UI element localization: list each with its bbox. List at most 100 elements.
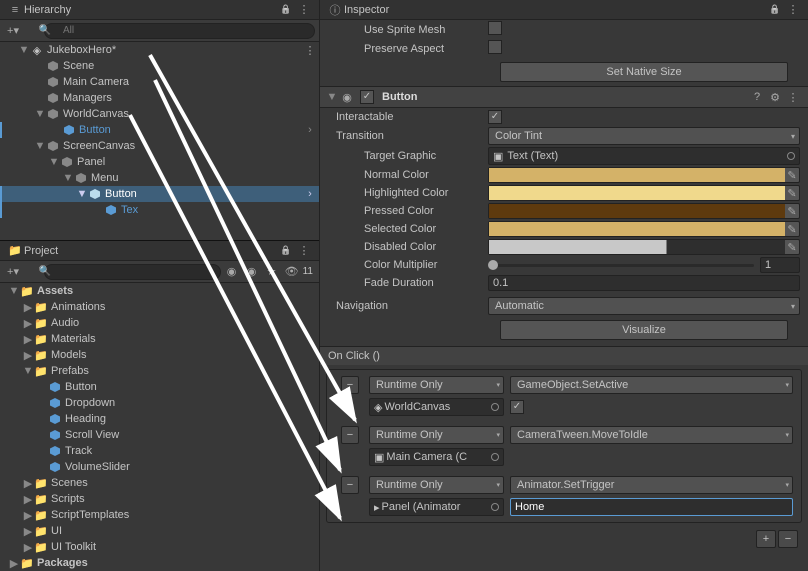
tree-row[interactable]: ▼Menu bbox=[0, 170, 319, 186]
favorite-icon[interactable]: ★ bbox=[265, 265, 279, 279]
remove-event-icon[interactable]: − bbox=[341, 376, 359, 394]
remove-event-icon[interactable]: − bbox=[341, 476, 359, 494]
component-header[interactable]: ▼ ◉ Button ? ⚙ ⋮ bbox=[320, 86, 808, 108]
disabled-color-field[interactable]: ✎ bbox=[488, 239, 800, 255]
color-multiplier-input[interactable] bbox=[760, 257, 800, 273]
tree-row[interactable]: ▼ScreenCanvas bbox=[0, 138, 319, 154]
eyedropper-icon[interactable]: ✎ bbox=[785, 187, 799, 200]
expander-icon[interactable]: ▶ bbox=[22, 301, 34, 313]
tree-row-prefab[interactable]: Button bbox=[0, 379, 319, 395]
tree-row[interactable]: Main Camera bbox=[0, 74, 319, 90]
pressed-color-field[interactable]: ✎ bbox=[488, 203, 800, 219]
expander-icon[interactable]: ▶ bbox=[22, 333, 34, 345]
event-target-field[interactable]: ◈WorldCanvas bbox=[369, 398, 504, 416]
event-arg-checkbox[interactable] bbox=[510, 400, 524, 414]
expander-icon[interactable]: ▶ bbox=[22, 509, 34, 521]
target-graphic-field[interactable]: ▣Text (Text) bbox=[488, 147, 800, 165]
lock-icon[interactable] bbox=[768, 3, 782, 17]
tree-row-prefab[interactable]: VolumeSlider bbox=[0, 459, 319, 475]
lock-icon[interactable] bbox=[279, 3, 293, 17]
tree-row[interactable]: Tex bbox=[0, 202, 319, 218]
tree-row-folder[interactable]: ▶📁Packages bbox=[0, 555, 319, 571]
fade-duration-input[interactable] bbox=[488, 275, 800, 291]
preset-icon[interactable]: ⚙ bbox=[768, 90, 782, 104]
tree-row-folder[interactable]: ▼📁Assets bbox=[0, 283, 319, 299]
panel-menu-icon[interactable]: ⋮ bbox=[786, 3, 800, 17]
event-arg-input[interactable] bbox=[510, 498, 793, 516]
tree-row-prefab[interactable]: Track bbox=[0, 443, 319, 459]
tree-row-folder[interactable]: ▼📁Prefabs bbox=[0, 363, 319, 379]
normal-color-field[interactable]: ✎ bbox=[488, 167, 800, 183]
expander-icon[interactable]: ▶ bbox=[22, 349, 34, 361]
highlighted-color-field[interactable]: ✎ bbox=[488, 185, 800, 201]
tree-row-folder[interactable]: ▶📁Scripts bbox=[0, 491, 319, 507]
chevron-right-icon[interactable]: › bbox=[303, 123, 317, 137]
object-picker-icon[interactable] bbox=[491, 453, 499, 461]
remove-event-button[interactable]: − bbox=[778, 530, 798, 548]
event-mode-dropdown[interactable]: Runtime Only bbox=[369, 376, 504, 394]
add-event-button[interactable]: + bbox=[756, 530, 776, 548]
hierarchy-search-input[interactable] bbox=[44, 23, 315, 39]
visibility-icon[interactable]: 👁 bbox=[285, 265, 299, 279]
object-picker-icon[interactable] bbox=[787, 152, 795, 160]
use-sprite-mesh-checkbox[interactable] bbox=[488, 21, 502, 35]
event-target-field[interactable]: ▣Main Camera (C bbox=[369, 448, 504, 466]
expander-icon[interactable]: ▼ bbox=[34, 108, 46, 120]
tree-row-prefab[interactable]: Dropdown bbox=[0, 395, 319, 411]
expander-icon[interactable]: ▼ bbox=[8, 285, 20, 297]
tree-row-selected[interactable]: ▼Button› bbox=[0, 186, 319, 202]
tree-row[interactable]: Scene bbox=[0, 58, 319, 74]
event-function-dropdown[interactable]: CameraTween.MoveToIdle bbox=[510, 426, 793, 444]
chevron-right-icon[interactable]: › bbox=[303, 187, 317, 201]
expander-icon[interactable]: ▼ bbox=[48, 156, 60, 168]
interactable-checkbox[interactable] bbox=[488, 110, 502, 124]
tree-row-folder[interactable]: ▶📁UI bbox=[0, 523, 319, 539]
event-mode-dropdown[interactable]: Runtime Only bbox=[369, 426, 504, 444]
eyedropper-icon[interactable]: ✎ bbox=[785, 241, 799, 254]
tree-row-folder[interactable]: ▶📁Audio bbox=[0, 315, 319, 331]
tree-row-prefab[interactable]: Scroll View bbox=[0, 427, 319, 443]
eyedropper-icon[interactable]: ✎ bbox=[785, 223, 799, 236]
expander-icon[interactable]: ▶ bbox=[22, 317, 34, 329]
tree-row-root[interactable]: ▼◈JukeboxHero*⋮ bbox=[0, 42, 319, 58]
tree-row-folder[interactable]: ▶📁Models bbox=[0, 347, 319, 363]
help-icon[interactable]: ? bbox=[750, 90, 764, 104]
set-native-size-button[interactable]: Set Native Size bbox=[500, 62, 788, 82]
create-dropdown-icon[interactable]: +▾ bbox=[6, 265, 20, 279]
object-picker-icon[interactable] bbox=[491, 403, 499, 411]
component-enabled-checkbox[interactable] bbox=[360, 90, 374, 104]
tree-row-folder[interactable]: ▶📁Animations bbox=[0, 299, 319, 315]
expander-icon[interactable]: ▼ bbox=[76, 188, 88, 200]
tree-row-folder[interactable]: ▶📁ScriptTemplates bbox=[0, 507, 319, 523]
filter-icon[interactable]: ◉ bbox=[225, 265, 239, 279]
context-menu-icon[interactable]: ⋮ bbox=[303, 43, 317, 57]
lock-icon[interactable] bbox=[279, 244, 293, 258]
panel-menu-icon[interactable]: ⋮ bbox=[297, 3, 311, 17]
event-function-dropdown[interactable]: Animator.SetTrigger bbox=[510, 476, 793, 494]
tree-row[interactable]: ▼WorldCanvas bbox=[0, 106, 319, 122]
eyedropper-icon[interactable]: ✎ bbox=[785, 169, 799, 182]
object-picker-icon[interactable] bbox=[491, 503, 499, 511]
expander-icon[interactable]: ▼ bbox=[22, 365, 34, 377]
tree-row[interactable]: Managers bbox=[0, 90, 319, 106]
event-mode-dropdown[interactable]: Runtime Only bbox=[369, 476, 504, 494]
tree-row-prefab[interactable]: Heading bbox=[0, 411, 319, 427]
filter-icon[interactable]: ◉ bbox=[245, 265, 259, 279]
transition-dropdown[interactable]: Color Tint bbox=[488, 127, 800, 145]
create-dropdown-icon[interactable]: +▾ bbox=[6, 24, 20, 38]
panel-menu-icon[interactable]: ⋮ bbox=[297, 244, 311, 258]
tree-row-folder[interactable]: ▶📁UI Toolkit bbox=[0, 539, 319, 555]
event-target-field[interactable]: ▸Panel (Animator bbox=[369, 498, 504, 516]
expander-icon[interactable]: ▶ bbox=[22, 493, 34, 505]
event-function-dropdown[interactable]: GameObject.SetActive bbox=[510, 376, 793, 394]
expander-icon[interactable]: ▶ bbox=[22, 525, 34, 537]
tree-row-folder[interactable]: ▶📁Materials bbox=[0, 331, 319, 347]
expander-icon[interactable]: ▼ bbox=[34, 140, 46, 152]
expander-icon[interactable]: ▶ bbox=[8, 557, 20, 569]
eyedropper-icon[interactable]: ✎ bbox=[785, 205, 799, 218]
expander-icon[interactable]: ▼ bbox=[326, 91, 338, 103]
context-menu-icon[interactable]: ⋮ bbox=[786, 90, 800, 104]
selected-color-field[interactable]: ✎ bbox=[488, 221, 800, 237]
remove-event-icon[interactable]: − bbox=[341, 426, 359, 444]
project-search-input[interactable] bbox=[44, 264, 221, 280]
